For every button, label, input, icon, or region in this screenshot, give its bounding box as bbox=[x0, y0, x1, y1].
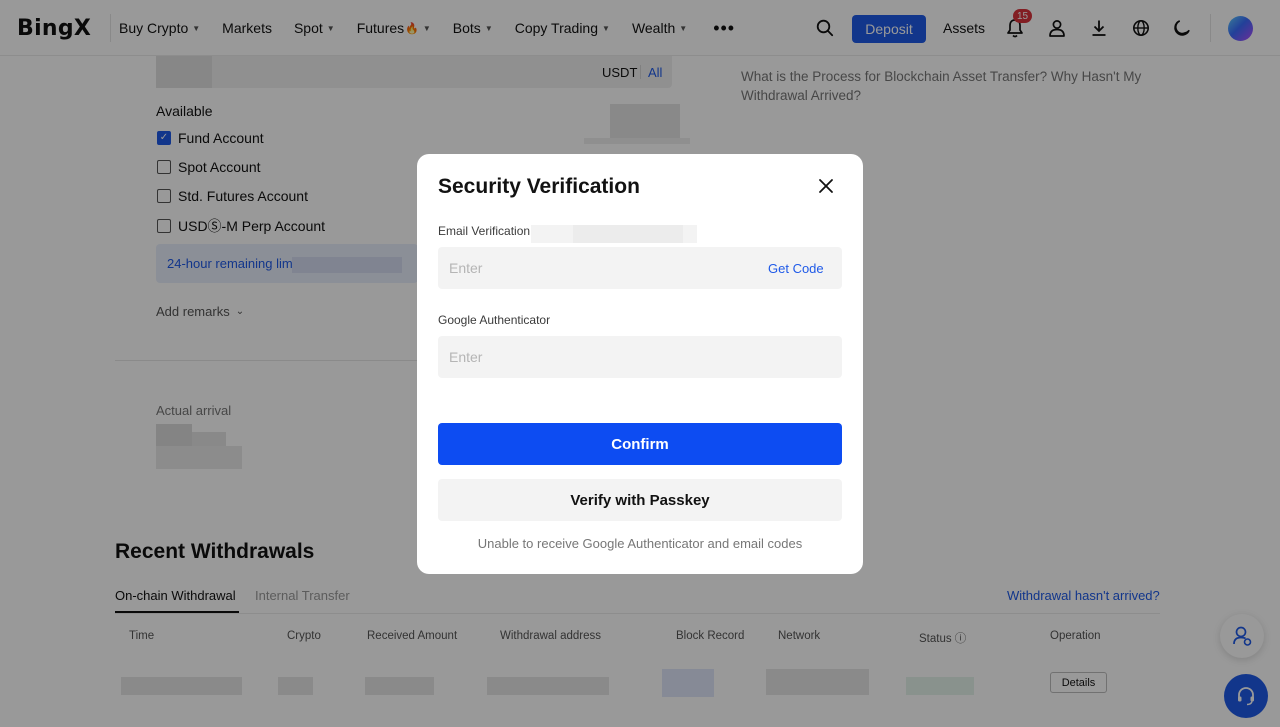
google-code-input[interactable] bbox=[438, 336, 842, 378]
email-verification-label: Email Verification bbox=[438, 224, 531, 238]
google-authenticator-label: Google Authenticator bbox=[438, 313, 551, 327]
redacted-email bbox=[531, 225, 697, 243]
close-icon[interactable] bbox=[817, 177, 835, 195]
verify-with-passkey-button[interactable]: Verify with Passkey bbox=[438, 479, 842, 521]
dialog-title: Security Verification bbox=[438, 175, 640, 198]
get-code-button[interactable]: Get Code bbox=[768, 261, 824, 276]
security-verification-dialog: Security Verification Email Verification… bbox=[417, 154, 863, 574]
unable-to-receive-codes-link[interactable]: Unable to receive Google Authenticator a… bbox=[417, 536, 863, 551]
confirm-button[interactable]: Confirm bbox=[438, 423, 842, 465]
